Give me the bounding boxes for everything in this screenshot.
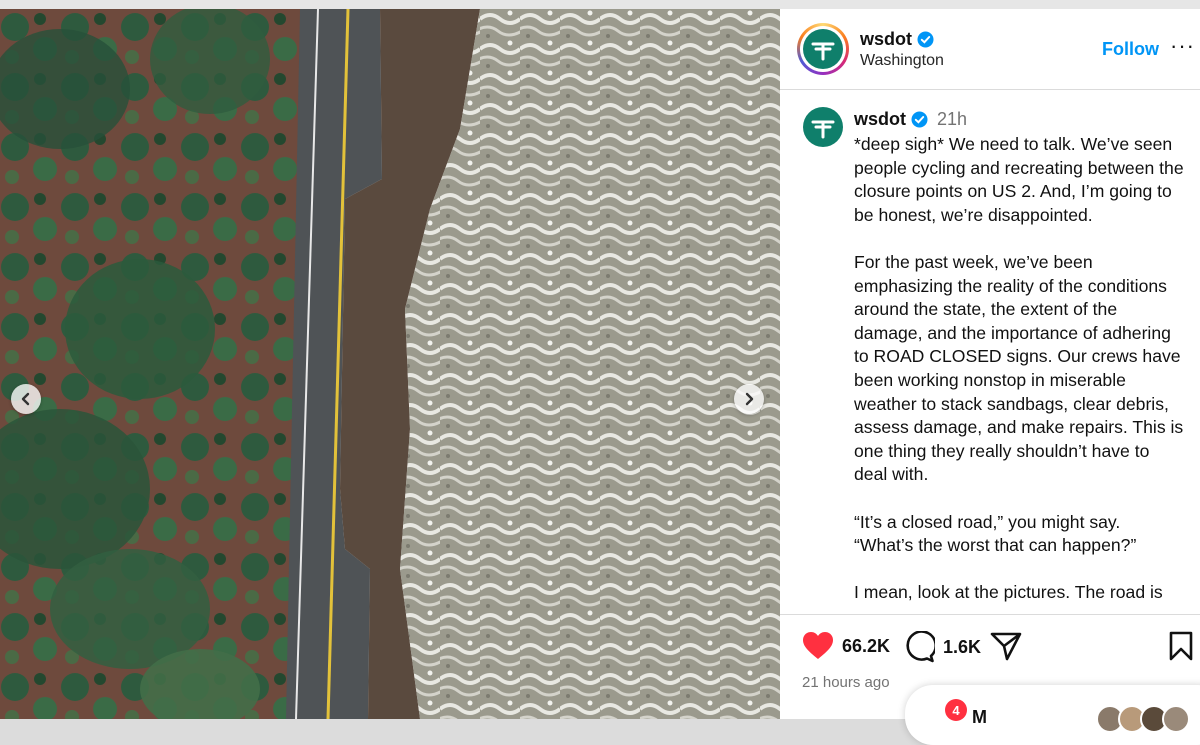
caption-text: *deep sigh* We need to talk. We’ve seen … xyxy=(854,133,1184,614)
post-actions-bar: 66.2K 1.6K xyxy=(780,631,1200,667)
aerial-road-river-image xyxy=(0,9,780,719)
messages-label[interactable]: M xyxy=(972,707,987,728)
like-group: 66.2K xyxy=(802,631,890,661)
chevron-right-icon xyxy=(745,392,754,406)
messages-badge: 4 xyxy=(945,699,967,721)
comment-count[interactable]: 1.6K xyxy=(943,637,981,658)
post-header: wsdot Washington Follow ··· xyxy=(780,9,1200,90)
caption-avatar[interactable] xyxy=(803,107,843,147)
wsdot-logo-icon xyxy=(811,120,835,139)
previous-photo-button[interactable] xyxy=(11,384,41,414)
browser-top-band xyxy=(0,0,1200,9)
post-timestamp[interactable]: 21 hours ago xyxy=(802,674,890,691)
more-options-button[interactable]: ··· xyxy=(1170,33,1195,59)
caption-paragraph: For the past week, we’ve been emphasizin… xyxy=(854,251,1184,485)
follow-button[interactable]: Follow xyxy=(1102,39,1159,60)
heart-icon[interactable] xyxy=(802,631,834,661)
verified-badge-icon xyxy=(911,111,928,128)
like-count[interactable]: 66.2K xyxy=(842,636,890,657)
post-side-panel: wsdot Washington Follow ··· wsdot 21h *d… xyxy=(780,9,1200,745)
wsdot-logo-icon xyxy=(803,29,843,69)
header-username[interactable]: wsdot xyxy=(860,29,912,50)
save-group xyxy=(1168,631,1194,661)
caption-paragraph: I mean, look at the pictures. The road i… xyxy=(854,582,1163,603)
caption-time: 21h xyxy=(937,109,968,129)
post-photo xyxy=(0,9,780,719)
header-location[interactable]: Washington xyxy=(860,52,944,70)
bookmark-icon[interactable] xyxy=(1168,631,1194,661)
verified-badge-icon xyxy=(917,31,934,48)
caption-header: wsdot 21h xyxy=(854,109,967,130)
caption-scroll-area[interactable]: wsdot 21h *deep sigh* We need to talk. W… xyxy=(780,90,1200,614)
actions-divider xyxy=(780,614,1200,615)
caption-username[interactable]: wsdot xyxy=(854,109,906,130)
header-username-row[interactable]: wsdot xyxy=(860,29,934,50)
chevron-left-icon xyxy=(21,392,30,406)
comment-group: 1.6K xyxy=(903,631,981,663)
avatar xyxy=(1162,705,1190,733)
caption-paragraph: *deep sigh* We need to talk. We’ve seen … xyxy=(854,134,1184,225)
comment-icon[interactable] xyxy=(903,631,935,663)
caption-paragraph: “It’s a closed road,” you might say. “Wh… xyxy=(854,511,1137,556)
story-ring-avatar[interactable] xyxy=(797,23,849,75)
next-photo-button[interactable] xyxy=(734,384,764,414)
message-avatars[interactable] xyxy=(1096,705,1196,733)
share-group xyxy=(990,631,1022,661)
share-icon[interactable] xyxy=(990,631,1022,661)
